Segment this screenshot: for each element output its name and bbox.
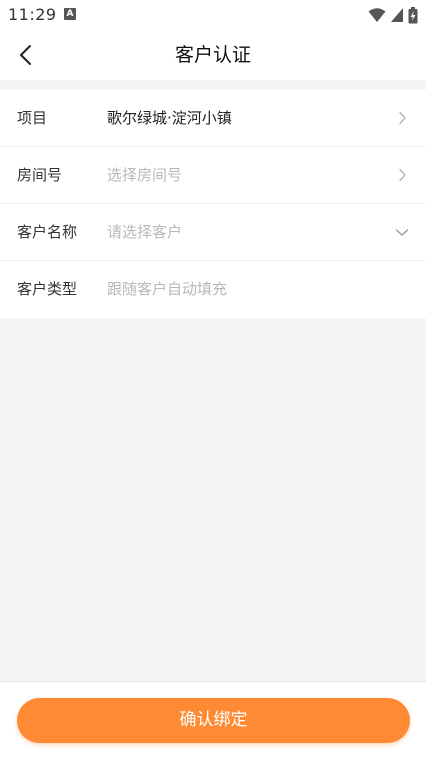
battery-icon [408, 6, 418, 23]
customer-name-label: 客户名称 [17, 223, 78, 241]
back-button[interactable] [8, 38, 42, 72]
confirm-bind-button[interactable]: 确认绑定 [17, 698, 410, 743]
notification-icon: A [64, 8, 76, 20]
customer-type-label: 客户类型 [17, 280, 78, 298]
section-divider [0, 80, 426, 90]
status-bar: 11:29 A [0, 0, 426, 30]
form-row-room-number[interactable]: 房间号 选择房间号 [0, 147, 426, 204]
form-row-customer-type: 客户类型 跟随客户自动填充 [0, 261, 426, 318]
chevron-right-icon [394, 167, 410, 183]
chevron-left-icon [20, 45, 31, 65]
room-number-placeholder: 选择房间号 [107, 166, 183, 184]
project-value: 歌尔绿城·淀河小镇 [107, 109, 232, 127]
bottom-bar: 确认绑定 [0, 681, 426, 759]
nav-bar: 客户认证 [0, 30, 426, 80]
project-label: 项目 [17, 109, 48, 127]
room-number-label: 房间号 [17, 166, 63, 184]
form-row-customer-name[interactable]: 客户名称 请选择客户 [0, 204, 426, 261]
form-row-project[interactable]: 项目 歌尔绿城·淀河小镇 [0, 90, 426, 147]
chevron-right-icon [394, 110, 410, 126]
page-title: 客户认证 [174, 44, 251, 66]
customer-form: 项目 歌尔绿城·淀河小镇 房间号 选择房间号 客户名称 请选择客户 客户类型 跟… [0, 90, 426, 318]
status-icons [368, 6, 418, 24]
status-time: 11:29 [8, 5, 57, 24]
customer-type-placeholder: 跟随客户自动填充 [107, 280, 228, 298]
wifi-icon [368, 8, 386, 22]
chevron-down-icon [394, 224, 410, 240]
customer-name-placeholder: 请选择客户 [107, 223, 183, 241]
signal-icon [391, 8, 403, 22]
